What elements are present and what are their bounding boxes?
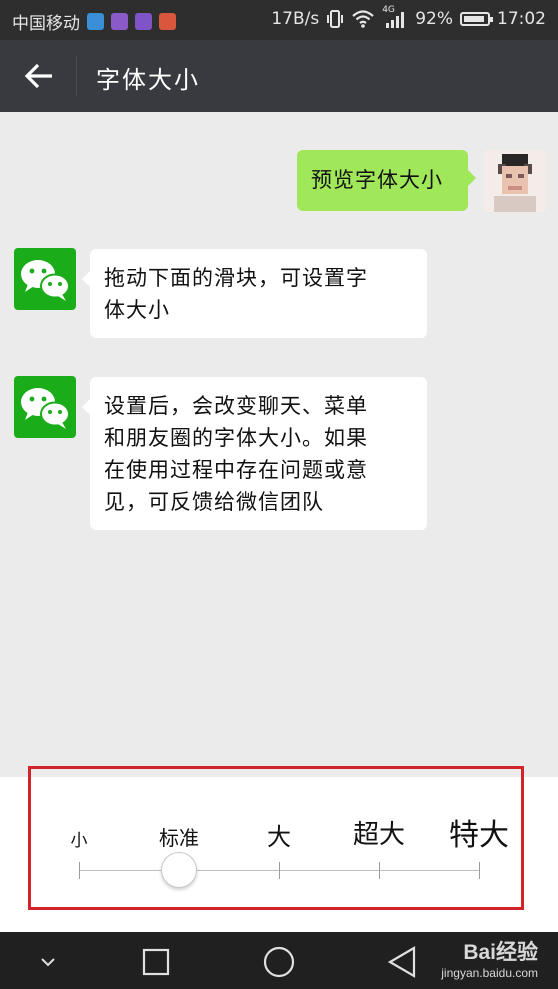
weather-app-icon — [87, 13, 104, 30]
user-avatar[interactable] — [484, 150, 546, 212]
home-icon[interactable] — [257, 940, 301, 984]
back-arrow-icon[interactable] — [22, 56, 62, 96]
user-avatar-image — [484, 150, 546, 212]
page-title: 字体大小 — [96, 66, 200, 94]
message-line: 设置后，会改变聊天、菜单 — [104, 394, 368, 418]
vibrate-icon — [327, 10, 344, 28]
wechat-message-bubble: 拖动下面的滑块，可设置字 体大小 — [82, 249, 427, 338]
watermark-brand: Bai经验 — [463, 941, 538, 964]
message-line: 和朋友圈的字体大小。如果 — [104, 426, 368, 450]
carrier-label: 中国移动 — [12, 14, 80, 34]
signal-icon — [386, 12, 405, 28]
chevron-down-icon[interactable] — [26, 940, 70, 984]
title-bar: 字体大小 — [0, 40, 558, 112]
recent-apps-icon[interactable] — [134, 940, 178, 984]
wechat-avatar — [14, 376, 76, 438]
clock: 17:02 — [497, 9, 546, 29]
wechat-logo-icon — [21, 388, 70, 429]
message-line: 拖动下面的滑块，可设置字 — [104, 266, 368, 290]
message-line: 体大小 — [104, 298, 170, 322]
battery-icon — [460, 12, 493, 26]
bubble-tail — [468, 170, 476, 186]
back-triangle-icon[interactable] — [380, 940, 424, 984]
navigation-bar: Bai经验 jingyan.baidu.com — [0, 932, 558, 989]
baidu-watermark: Bai经验 jingyan.baidu.com — [441, 936, 538, 980]
signal-indicator: 4G — [382, 5, 408, 29]
gallery-app-icon — [111, 13, 128, 30]
bubble-tail — [82, 399, 90, 415]
network-speed: 17B/s — [271, 9, 320, 29]
wechat-logo-icon — [21, 260, 70, 301]
highlight-box — [28, 766, 524, 910]
battery-percent: 92% — [415, 9, 453, 29]
message-text: 预览字体大小 — [311, 168, 443, 192]
keyboard-app-icon — [135, 13, 152, 30]
bubble-tail — [82, 271, 90, 287]
status-bar: 中国移动 17B/s 4G 92% 17:02 — [0, 0, 558, 40]
tools-app-icon — [159, 13, 176, 30]
message-line: 在使用过程中存在问题或意 — [104, 458, 368, 482]
wifi-icon — [352, 10, 374, 28]
user-message-bubble: 预览字体大小 — [297, 150, 476, 211]
wechat-message-bubble: 设置后，会改变聊天、菜单 和朋友圈的字体大小。如果 在使用过程中存在问题或意 见… — [82, 377, 427, 530]
watermark-url: jingyan.baidu.com — [441, 966, 538, 980]
wechat-avatar — [14, 248, 76, 310]
message-line: 见，可反馈给微信团队 — [104, 490, 324, 514]
title-divider — [76, 56, 77, 96]
